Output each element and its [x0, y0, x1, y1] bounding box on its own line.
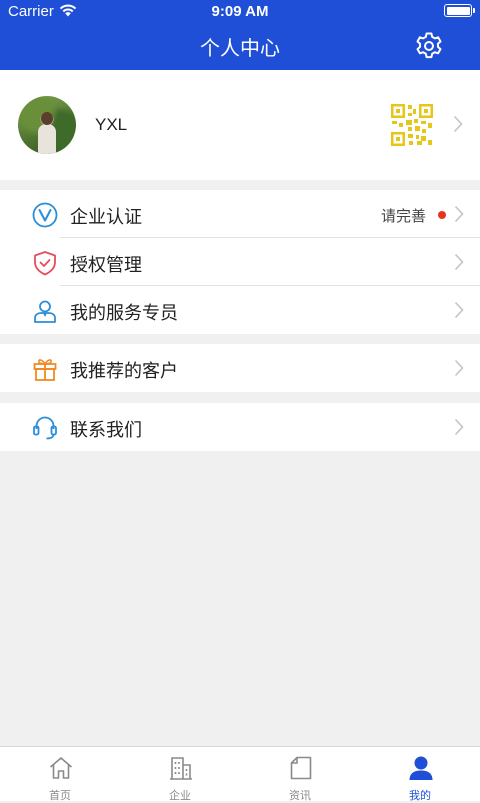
user-name: YXL [95, 115, 128, 134]
battery-icon [444, 4, 475, 17]
gear-icon[interactable] [414, 31, 444, 61]
building-icon [170, 757, 192, 780]
tab-enterprise[interactable]: 企业 [120, 747, 240, 802]
home-icon [49, 757, 73, 779]
chevron-right-icon [454, 205, 464, 223]
avatar [18, 96, 76, 154]
tab-label: 企业 [169, 789, 191, 802]
qr-code-icon[interactable] [391, 104, 433, 146]
headset-icon [33, 416, 57, 440]
menu-group-account: 企业认证 请完善 授权管理 我的服务专员 [0, 190, 480, 334]
menu-group-referral: 我推荐的客户 [0, 344, 480, 392]
status-time: 9:09 AM [211, 3, 269, 20]
tab-label: 资讯 [289, 789, 311, 802]
menu-item-label: 我的服务专员 [70, 303, 178, 324]
menu-item-authorization[interactable]: 授权管理 [0, 238, 480, 286]
chevron-right-icon [454, 359, 464, 377]
chevron-right-icon [454, 418, 464, 436]
notification-dot [438, 211, 446, 219]
tab-news[interactable]: 资讯 [240, 747, 360, 802]
menu-group-contact: 联系我们 [0, 403, 480, 451]
tab-home[interactable]: 首页 [0, 747, 120, 802]
verified-v-icon [32, 202, 58, 228]
chevron-right-icon [454, 301, 464, 319]
service-person-icon [34, 300, 56, 323]
gift-icon [33, 359, 57, 381]
menu-item-service-specialist[interactable]: 我的服务专员 [0, 286, 480, 334]
menu-item-contact-us[interactable]: 联系我们 [0, 403, 480, 451]
status-hint: 请完善 [381, 207, 427, 225]
menu-item-enterprise-verification[interactable]: 企业认证 请完善 [0, 190, 480, 238]
top-bar: Carrier 9:09 AM 个人中心 [0, 0, 480, 70]
tab-label: 我的 [409, 789, 431, 802]
menu-item-label: 我推荐的客户 [70, 361, 178, 382]
shield-check-icon [34, 251, 56, 276]
menu-item-label: 授权管理 [70, 255, 142, 276]
chevron-right-icon [454, 253, 464, 271]
tab-bar: 首页 企业 资讯 我的 [0, 746, 480, 802]
chevron-right-icon [453, 115, 463, 133]
profile-card[interactable]: YXL [0, 70, 480, 180]
menu-item-label: 企业认证 [70, 207, 142, 228]
tab-mine[interactable]: 我的 [360, 747, 480, 802]
status-bar: Carrier 9:09 AM [0, 0, 480, 24]
user-icon [409, 756, 433, 780]
tab-label: 首页 [49, 789, 71, 802]
menu-item-label: 联系我们 [70, 420, 142, 441]
menu-item-referred-customers[interactable]: 我推荐的客户 [0, 344, 480, 392]
news-icon [290, 756, 312, 780]
page-title: 个人中心 [200, 36, 280, 60]
